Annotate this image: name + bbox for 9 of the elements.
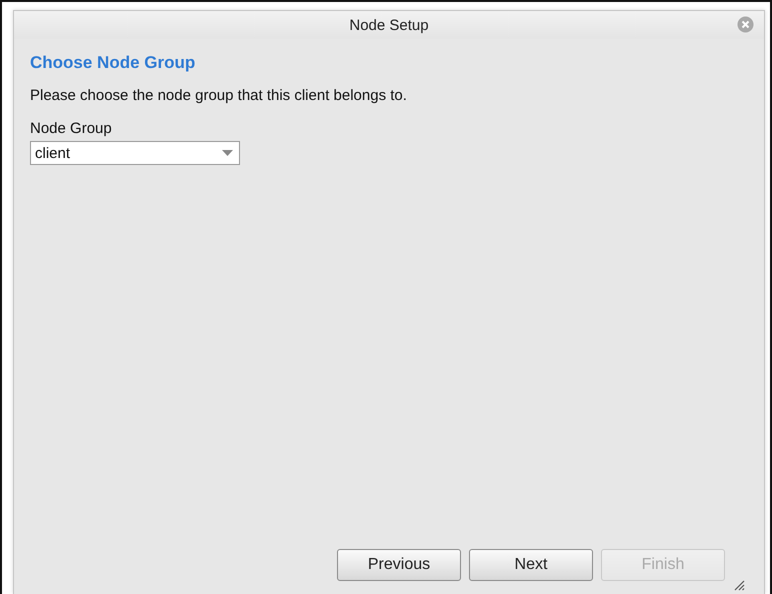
section-heading: Choose Node Group [30,53,196,73]
window-title: Node Setup [349,16,429,34]
resize-grip-icon[interactable] [733,579,745,591]
next-button[interactable]: Next [469,549,593,581]
field-label: Node Group [30,120,113,137]
previous-button[interactable]: Previous [337,549,461,581]
dropdown-arrow-icon [222,150,233,156]
node-group-dropdown[interactable]: client [30,141,240,165]
instructions-text: Please choose the node group that this client belongs to. [30,87,408,104]
